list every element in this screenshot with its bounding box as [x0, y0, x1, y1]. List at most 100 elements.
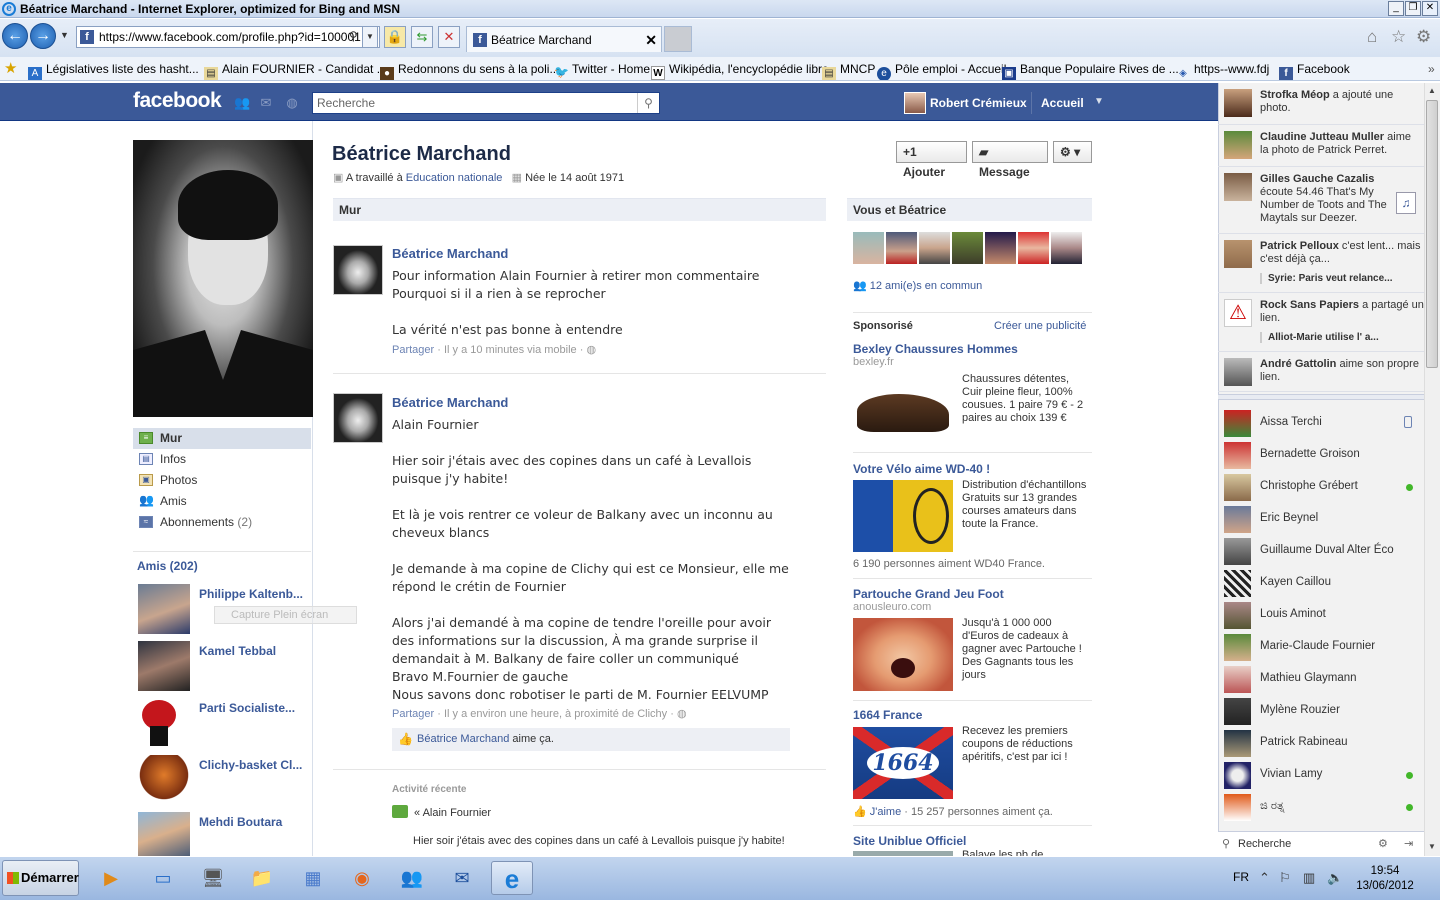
favorites-star-icon[interactable]: ★ [4, 57, 17, 80]
volume-icon[interactable]: 🔈 [1327, 870, 1343, 886]
favorite-item[interactable]: e Pôle emploi - Accueil [877, 57, 1006, 80]
chat-contact[interactable]: Mylène Rouzier [1218, 695, 1424, 727]
ad-title[interactable]: 1664 France [853, 708, 922, 722]
favorites-star-icon[interactable]: ☆ [1391, 27, 1406, 47]
chat-contact[interactable]: Marie-Claude Fournier [1218, 631, 1424, 663]
maximize-button[interactable]: ❐ [1405, 1, 1421, 16]
tools-gear-icon[interactable]: ⚙ [1416, 27, 1431, 47]
chat-contact[interactable]: Aissa Terchi [1218, 407, 1424, 439]
show-hidden-icons-icon[interactable]: ⌃ [1259, 870, 1270, 886]
friend-requests-icon[interactable]: 👥 [234, 96, 250, 110]
friend-name-link[interactable]: Clichy-basket Cl... [199, 758, 302, 772]
messages-icon[interactable]: ✉ [259, 96, 273, 110]
more-favorites-icon[interactable]: » [1428, 57, 1435, 80]
post-author-avatar[interactable] [333, 245, 383, 295]
scrollbar-thumb[interactable] [1426, 100, 1438, 368]
chat-contact[interactable]: Mathieu Glaymann [1218, 663, 1424, 695]
post-author-link[interactable]: Béatrice Marchand [392, 246, 508, 261]
left-nav-photos[interactable]: ▣ Photos [133, 470, 311, 491]
ad-title[interactable]: Bexley Chaussures Hommes [853, 342, 1018, 356]
facebook-search-input[interactable]: Recherche ⚲ [312, 92, 660, 114]
left-nav-abonnements[interactable]: ≈ Abonnements (2) [133, 512, 311, 533]
profile-picture[interactable] [133, 140, 313, 417]
favorite-item[interactable]: 🐦 Twitter - Home [554, 57, 650, 80]
mutual-friend-photo[interactable] [886, 232, 917, 264]
chat-contact[interactable]: Vivian Lamy [1218, 759, 1424, 791]
ticker-link-preview[interactable]: Alliot-Marie utilise l' a... [1260, 332, 1418, 343]
favorite-item[interactable]: f Facebook [1279, 57, 1350, 80]
chat-contact[interactable]: Christophe Grébert [1218, 471, 1424, 503]
ad-title[interactable]: Partouche Grand Jeu Foot [853, 587, 1004, 601]
mutual-friend-photo[interactable] [952, 232, 983, 264]
popout-icon[interactable]: ⇥ [1404, 832, 1413, 856]
browser-tab[interactable]: f Béatrice Marchand ✕ [466, 26, 662, 52]
network-user-icon[interactable]: 🖥 [192, 861, 234, 895]
message-button[interactable]: ▰ Message [972, 141, 1048, 179]
friend-photo[interactable] [138, 641, 190, 691]
post-author-avatar[interactable] [333, 393, 383, 443]
firefox-icon[interactable]: ◉ [341, 861, 383, 895]
search-icon[interactable]: ⚲ [349, 29, 358, 43]
favorite-item[interactable]: ▤ MNCP [822, 57, 875, 80]
left-nav-amis[interactable]: 👥 Amis [133, 491, 311, 512]
ticker-item[interactable]: ⚠ Rock Sans Papiers a partagé un lien. A… [1218, 293, 1424, 352]
friend-photo[interactable] [138, 812, 190, 856]
ad-title[interactable]: Site Uniblue Officiel [853, 834, 966, 848]
home-icon[interactable]: ⌂ [1367, 27, 1377, 47]
left-nav-mur[interactable]: ≡ Mur [133, 428, 311, 449]
settings-gear-button[interactable]: ⚙ ▾ [1053, 141, 1092, 163]
start-button[interactable]: Démarrer [2, 860, 79, 896]
friend-name-link[interactable]: Philippe Kaltenb... [199, 587, 303, 601]
new-tab-button[interactable] [664, 26, 692, 52]
chat-contact[interactable]: Guillaume Duval Alter Éco [1218, 535, 1424, 567]
action-center-flag-icon[interactable]: ⚐ [1279, 870, 1291, 886]
mutual-friend-photo[interactable] [985, 232, 1016, 264]
mutual-friend-photo[interactable] [1018, 232, 1049, 264]
friend-photo[interactable] [138, 755, 190, 805]
share-link[interactable]: Partager [392, 344, 434, 356]
close-window-button[interactable]: ✕ [1422, 1, 1438, 16]
create-ad-link[interactable]: Créer une publicité [994, 320, 1086, 332]
network-icon[interactable]: ▥ [1303, 870, 1315, 886]
ticker-item[interactable]: Patrick Pelloux c'est lent... mais c'est… [1218, 234, 1424, 293]
employer-link[interactable]: Education nationale [406, 172, 503, 184]
friend-name-link[interactable]: Parti Socialiste... [199, 701, 295, 715]
friend-photo[interactable] [138, 584, 190, 634]
system-clock[interactable]: 19:54 13/06/2012 [1352, 864, 1418, 894]
mutual-friend-photo[interactable] [919, 232, 950, 264]
ticker-resize-handle[interactable] [1218, 394, 1424, 400]
chat-contact[interactable]: ಜಿ ರತ್ನ [1218, 791, 1424, 823]
gear-icon[interactable]: ⚙ [1378, 832, 1388, 856]
address-dropdown-icon[interactable]: ▼ [362, 26, 378, 48]
scroll-down-icon[interactable]: ▼ [1425, 840, 1439, 854]
ticker-item[interactable]: André Gattolin aime son propre lien. [1218, 352, 1424, 392]
folder-icon[interactable]: 📁 [241, 861, 283, 895]
share-link[interactable]: Partager [392, 708, 434, 720]
privacy-globe-icon[interactable]: ◍ [586, 344, 596, 356]
mutual-friend-photo[interactable] [853, 232, 884, 264]
favorite-item[interactable]: ▤ Alain FOURNIER - Candidat ... [204, 57, 387, 80]
chat-search-input[interactable]: ⚲ Recherche ⚙ ⇥ [1218, 831, 1424, 856]
scroll-up-icon[interactable]: ▲ [1425, 84, 1439, 98]
address-bar[interactable]: f https://www.facebook.com/profile.php?i… [76, 26, 380, 48]
home-link[interactable]: Accueil [1041, 96, 1084, 110]
ad-image[interactable] [853, 618, 953, 691]
chat-contact[interactable]: Kayen Caillou [1218, 567, 1424, 599]
stop-icon[interactable]: ✕ [438, 26, 460, 48]
notifications-globe-icon[interactable]: ◍ [285, 96, 299, 110]
left-nav-infos[interactable]: ▤ Infos [133, 449, 311, 470]
back-button[interactable]: ← [2, 23, 28, 49]
ticker-link-preview[interactable]: Syrie: Paris veut relance... [1260, 273, 1418, 284]
friends-heading[interactable]: Amis (202) [137, 559, 198, 573]
history-dropdown-icon[interactable]: ▼ [60, 30, 69, 40]
ad-image[interactable] [853, 372, 953, 444]
friend-name-link[interactable]: Mehdi Boutara [199, 815, 282, 829]
media-player-icon[interactable]: ▶ [90, 861, 132, 895]
forward-button[interactable]: → [30, 23, 56, 49]
minimize-button[interactable]: _ [1388, 1, 1404, 16]
liker-link[interactable]: Béatrice Marchand [417, 733, 509, 745]
ad-like-link[interactable]: J'aime [870, 806, 901, 818]
mutual-friend-photo[interactable] [1051, 232, 1082, 264]
search-icon[interactable]: ⚲ [637, 93, 659, 113]
friend-photo[interactable] [138, 698, 190, 748]
